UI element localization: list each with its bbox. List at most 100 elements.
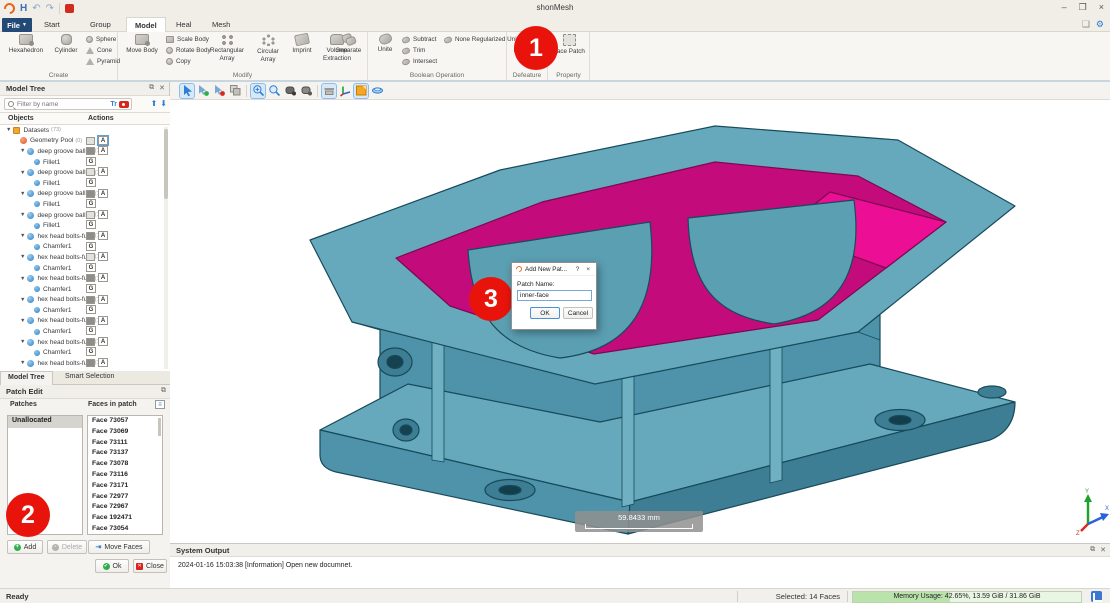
color-box[interactable] bbox=[86, 232, 95, 240]
color-box[interactable] bbox=[86, 317, 95, 325]
color-box[interactable] bbox=[86, 359, 95, 367]
select-add-icon[interactable] bbox=[196, 84, 210, 98]
caret-icon[interactable]: ▼ bbox=[20, 318, 25, 324]
caret-icon[interactable]: ▼ bbox=[20, 212, 25, 218]
tree-row[interactable]: ▼hex head bolts-fu...(1)A bbox=[0, 273, 170, 284]
output-panel-toggle-icon[interactable] bbox=[1091, 591, 1102, 602]
action-button-a[interactable]: A bbox=[98, 231, 108, 240]
dialog-help-button[interactable]: ? bbox=[574, 266, 582, 273]
sphere-button[interactable]: Sphere bbox=[86, 35, 120, 44]
triad-toggle-icon[interactable] bbox=[338, 84, 352, 98]
action-button-g[interactable]: G bbox=[86, 242, 96, 251]
action-button-a[interactable]: A bbox=[98, 252, 108, 261]
tree-row[interactable]: ▼deep groove ball ...(1)A bbox=[0, 167, 170, 178]
action-button-a[interactable]: A bbox=[98, 316, 108, 325]
action-button-g[interactable]: G bbox=[86, 263, 96, 272]
minimize-button[interactable]: – bbox=[1062, 2, 1067, 13]
action-button-g[interactable]: G bbox=[86, 178, 96, 187]
tree-scrollbar[interactable] bbox=[164, 127, 168, 369]
tab-model-tree[interactable]: Model Tree bbox=[0, 371, 53, 385]
hide-body-icon[interactable] bbox=[283, 84, 297, 98]
caret-icon[interactable]: ▼ bbox=[6, 127, 11, 133]
face-list-item[interactable]: Face 73054 bbox=[88, 524, 162, 535]
pyramid-button[interactable]: Pyramid bbox=[86, 57, 120, 66]
float-panel-icon[interactable]: ⧉ bbox=[1090, 546, 1095, 554]
3d-canvas[interactable]: 59.8433 mm Y X Z bbox=[170, 100, 1110, 543]
tab-smart-selection[interactable]: Smart Selection bbox=[58, 371, 121, 385]
tree-row[interactable]: ▼hex head bolts-fu...(1)A bbox=[0, 231, 170, 242]
color-box[interactable] bbox=[86, 190, 95, 198]
face-list-item[interactable]: Face 73069 bbox=[88, 427, 162, 438]
add-button[interactable]: +Add bbox=[7, 540, 43, 554]
action-button-g[interactable]: G bbox=[86, 305, 96, 314]
tab-group[interactable]: Group bbox=[82, 17, 119, 32]
close-button[interactable]: × bbox=[1099, 2, 1104, 13]
caret-icon[interactable]: ▼ bbox=[20, 360, 25, 366]
face-list-item[interactable]: Face 73116 bbox=[88, 470, 162, 481]
face-list-item[interactable]: Face 73057 bbox=[88, 416, 162, 427]
color-box[interactable] bbox=[86, 147, 95, 155]
dialog-close-button[interactable]: × bbox=[584, 266, 592, 273]
action-button-g[interactable]: G bbox=[86, 157, 96, 166]
action-button-a[interactable]: A bbox=[98, 358, 108, 367]
face-list-item[interactable]: Face 72967 bbox=[88, 502, 162, 513]
unite-button[interactable]: Unite bbox=[372, 34, 398, 54]
circular-array-button[interactable]: Circular Array bbox=[250, 34, 286, 64]
separate-button[interactable]: Separate bbox=[330, 34, 367, 55]
move-body-button[interactable]: Move Body bbox=[122, 34, 162, 55]
collapse-all-icon[interactable]: ⬇ bbox=[160, 99, 167, 108]
action-button-g[interactable]: G bbox=[86, 326, 96, 335]
color-box[interactable] bbox=[86, 168, 95, 176]
tree-row[interactable]: ▼hex head bolts-fu...(1)A bbox=[0, 337, 170, 348]
face-list-item[interactable]: Face 73078 bbox=[88, 459, 162, 470]
face-list-item[interactable]: Face 73171 bbox=[88, 481, 162, 492]
gear-icon[interactable]: ⚙ bbox=[1096, 19, 1104, 30]
action-button-g[interactable]: G bbox=[86, 220, 96, 229]
tree-row[interactable]: ▼deep groove ball ...(1)A bbox=[0, 210, 170, 221]
tree-row[interactable]: ▼hex head bolts-fu...(1)A bbox=[0, 316, 170, 327]
tree-row[interactable]: Geometry Pool(0)A bbox=[0, 136, 170, 147]
workbench-icon[interactable] bbox=[322, 84, 336, 98]
action-button-g[interactable]: G bbox=[86, 347, 96, 356]
trim-button[interactable]: Trim bbox=[402, 46, 437, 55]
close-button-patch[interactable]: ✕Close bbox=[133, 559, 167, 573]
action-button-a[interactable]: A bbox=[98, 295, 108, 304]
viewport[interactable]: 59.8433 mm Y X Z Add New Pat... ? × bbox=[170, 82, 1110, 543]
tree-row[interactable]: Chamfer1G bbox=[0, 347, 170, 358]
disc-view-icon[interactable] bbox=[370, 84, 384, 98]
tree-row[interactable]: ▼hex head bolts-fu...(1)A bbox=[0, 252, 170, 263]
imprint-button[interactable]: Imprint bbox=[286, 34, 318, 55]
face-list-item[interactable]: Face 72977 bbox=[88, 492, 162, 503]
caret-icon[interactable]: ▼ bbox=[20, 276, 25, 282]
tree-row[interactable]: Chamfer1G bbox=[0, 326, 170, 337]
tree-row[interactable]: Chamfer1G bbox=[0, 305, 170, 316]
action-button-a[interactable]: A bbox=[98, 136, 108, 145]
box-select-icon[interactable] bbox=[228, 84, 242, 98]
expand-all-icon[interactable]: ⬆ bbox=[151, 99, 158, 108]
tab-heal[interactable]: Heal bbox=[168, 17, 199, 32]
tree-row[interactable]: Fillet1G bbox=[0, 199, 170, 210]
zoom-in-icon[interactable] bbox=[251, 84, 265, 98]
dialog-title-bar[interactable]: Add New Pat... ? × bbox=[512, 263, 596, 276]
action-button-g[interactable]: G bbox=[86, 284, 96, 293]
caret-icon[interactable]: ▼ bbox=[20, 233, 25, 239]
tree-row[interactable]: Chamfer1G bbox=[0, 284, 170, 295]
action-button-a[interactable]: A bbox=[98, 337, 108, 346]
hide-filtered-icon[interactable] bbox=[119, 101, 129, 108]
tab-mesh[interactable]: Mesh bbox=[204, 17, 238, 32]
rectangular-array-button[interactable]: Rectangular Array bbox=[204, 34, 250, 63]
tree-row[interactable]: Chamfer1G bbox=[0, 263, 170, 274]
ok-button[interactable]: ✔Ok bbox=[95, 559, 129, 573]
action-button-a[interactable]: A bbox=[98, 189, 108, 198]
tree-row[interactable]: ▼deep groove ball ...(1)A bbox=[0, 189, 170, 200]
action-button-a[interactable]: A bbox=[98, 273, 108, 282]
float-panel-icon[interactable]: ⧉ bbox=[161, 387, 166, 395]
action-button-g[interactable]: G bbox=[86, 199, 96, 208]
show-body-icon[interactable] bbox=[299, 84, 313, 98]
caret-icon[interactable]: ▼ bbox=[20, 191, 25, 197]
filter-input[interactable] bbox=[17, 101, 110, 108]
caret-icon[interactable]: ▼ bbox=[20, 148, 25, 154]
caret-icon[interactable]: ▼ bbox=[20, 297, 25, 303]
file-menu-button[interactable]: File▼ bbox=[2, 18, 32, 32]
faces-list[interactable]: Face 73057Face 73069Face 73111Face 73137… bbox=[87, 415, 163, 535]
